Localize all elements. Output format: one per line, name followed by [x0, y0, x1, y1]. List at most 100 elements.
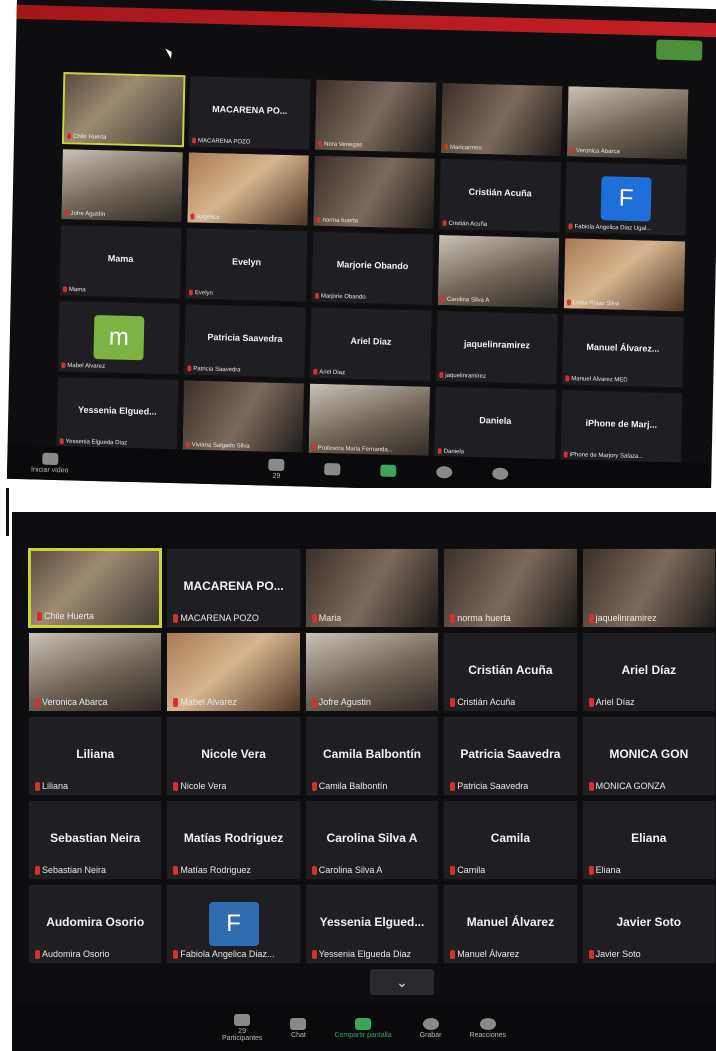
participant-name-tag: Liana Rojas Silva: [566, 299, 619, 308]
share-screen-button[interactable]: [380, 464, 397, 479]
participant-name-tag: Manuel Álvarez MED: [565, 375, 628, 384]
show-more-chevron-button[interactable]: ⌄: [370, 969, 434, 995]
participant-tile[interactable]: Ariel Díaz Ariel Díaz: [581, 632, 716, 712]
participant-tile[interactable]: Veronica Abarca: [565, 85, 690, 161]
participant-tile[interactable]: Yessenia Elgued... Yessenia Elgueda Diaz: [304, 884, 440, 964]
muted-mic-icon: [588, 782, 594, 791]
reactions-icon: [492, 467, 509, 480]
participant-name-label: Liliana: [42, 780, 69, 791]
participant-tile[interactable]: Jofre Agustin: [60, 148, 184, 224]
participant-display-name: Cristián Acuña: [468, 662, 553, 677]
participant-name-label: Audomira Osorio: [42, 948, 110, 959]
participant-tile[interactable]: Liliana Liliana: [28, 716, 163, 796]
participant-name-label: Matías Rodriguez: [180, 864, 251, 875]
participants-label: Participantes: [221, 1035, 263, 1042]
participant-name-label: Javier Soto: [595, 948, 641, 959]
participant-tile[interactable]: Patricia Saavedra Patricia Saavedra: [443, 716, 578, 796]
participant-name-label: Veronica Abarca: [42, 696, 108, 707]
participant-tile[interactable]: Audomira Osorio Audomira Osorio: [28, 884, 163, 964]
participants-button[interactable]: 29: [268, 458, 285, 479]
participant-name-tag: MONICA GONZA: [588, 781, 666, 791]
record-button[interactable]: Grabar: [420, 1017, 441, 1039]
participant-display-name: MACARENA PO...: [212, 103, 288, 116]
participant-tile[interactable]: MACARENA PO... MACARENA POZO: [187, 75, 312, 151]
participant-name-label: Camila: [457, 864, 486, 875]
participant-tile[interactable]: Angelica: [186, 151, 310, 227]
participant-tile[interactable]: Mama Mama: [58, 224, 183, 300]
participant-tile[interactable]: Manuel Álvarez... Manuel Álvarez MED: [561, 313, 685, 389]
chat-button[interactable]: Chat: [290, 1017, 307, 1039]
green-view-button[interactable]: [656, 39, 703, 61]
start-video-label: Iniciar video: [31, 465, 69, 474]
participant-tile[interactable]: Manuel Álvarez Manuel Álvarez: [443, 884, 578, 964]
participant-tile[interactable]: F Fabiola Angelica Diaz...: [166, 884, 301, 964]
muted-mic-icon: [450, 782, 456, 791]
participant-tile[interactable]: Ariel Diaz Ariel Diaz: [309, 306, 433, 382]
participant-tile[interactable]: Javier Soto Javier Soto: [581, 884, 716, 964]
participant-tile[interactable]: Chile Huerta: [28, 548, 163, 628]
start-video-button[interactable]: Iniciar video: [31, 452, 69, 474]
participant-tile[interactable]: Yessenia Elgued... Yessenia Elgueda Diaz: [55, 376, 180, 452]
muted-mic-icon: [439, 372, 444, 379]
participant-name-label: Ariel Díaz: [595, 696, 635, 707]
participant-tile[interactable]: Profesora Maria Fernanda...: [307, 382, 432, 458]
participant-tile[interactable]: Viviana Salgado Silva: [181, 379, 306, 455]
muted-mic-icon: [62, 286, 67, 293]
participant-avatar: m: [93, 314, 145, 361]
participant-tile[interactable]: Cristián Acuña Cristián Acuña: [443, 632, 578, 712]
participant-tile[interactable]: Matías Rodriguez Matías Rodriguez: [166, 800, 301, 880]
participant-name-label: Maria: [318, 612, 342, 623]
participant-tile[interactable]: m Mabel Alvarez: [57, 300, 181, 376]
participant-tile[interactable]: Carolina Silva A: [436, 233, 561, 310]
participant-tile[interactable]: Chile Huerta: [61, 72, 186, 148]
muted-mic-icon: [173, 782, 179, 791]
participants-button[interactable]: 29 Participantes: [222, 1014, 262, 1042]
share-screen-button[interactable]: Compartir pantalla: [334, 1017, 392, 1039]
participant-name-tag: MACARENA POZO: [173, 613, 259, 623]
participant-tile[interactable]: Nora Venegas: [313, 78, 438, 154]
participant-tile[interactable]: Sebastian Neira Sebastian Neira: [28, 800, 163, 880]
participant-tile[interactable]: Mabel Alvarez: [166, 632, 301, 712]
participant-tile[interactable]: Camila Camila: [443, 800, 578, 880]
participant-tile[interactable]: Maria: [304, 548, 440, 628]
participant-name-tag: Carolina Silva A: [440, 296, 489, 304]
participant-tile[interactable]: iPhone de Marj... iPhone de Marjory Salaz…: [559, 389, 684, 465]
participant-display-name: Ariel Diaz: [350, 335, 392, 347]
participant-tile[interactable]: MONICA GON MONICA GONZA: [581, 716, 716, 796]
participant-name-tag: Sebastian Neira: [35, 865, 106, 875]
participant-tile[interactable]: Marjorie Obando Marjorie Obando: [310, 230, 435, 306]
record-button[interactable]: [436, 466, 453, 480]
participant-tile[interactable]: F Fabiola Angelica Diaz Ugal...: [564, 161, 688, 237]
participant-name-tag: jaquelinramirez: [439, 372, 486, 380]
participant-tile[interactable]: Liana Rojas Silva: [562, 237, 687, 313]
participant-tile[interactable]: norma huerta: [443, 548, 578, 628]
reactions-button[interactable]: Reacciones: [469, 1017, 506, 1039]
participant-name-tag: Maria: [311, 612, 342, 623]
participant-name-tag: Nicole Vera: [173, 781, 226, 791]
participant-tile[interactable]: Eliana Eliana: [581, 800, 716, 880]
participant-tile[interactable]: norma huerta: [312, 154, 436, 230]
muted-mic-icon: [588, 698, 594, 707]
participant-tile[interactable]: Veronica Abarca: [28, 632, 163, 712]
participant-display-name: Sebastian Neira: [50, 830, 141, 845]
participant-name-label: Veronica Abarca: [575, 148, 620, 156]
participant-tile[interactable]: Camila Balbontín Camila Balbontín: [304, 716, 440, 796]
participant-tile[interactable]: Cristián Acuña Cristián Acuña: [438, 157, 562, 234]
participant-tile[interactable]: MACARENA PO... MACARENA POZO: [166, 548, 301, 628]
muted-mic-icon: [35, 698, 40, 707]
participant-name-label: Sebastian Neira: [42, 864, 107, 875]
participant-tile[interactable]: Maricarmen: [439, 81, 564, 158]
participant-tile[interactable]: Daniela Daniela: [433, 385, 558, 462]
participant-tile[interactable]: Jofre Agustin: [304, 632, 440, 712]
participant-tile[interactable]: Carolina Silva A Carolina Silva A: [304, 800, 440, 880]
participant-tile[interactable]: Evelyn Evelyn: [184, 227, 309, 303]
video-camera-icon: [41, 452, 59, 465]
participant-display-name: Daniela: [479, 414, 512, 426]
reactions-button[interactable]: [492, 467, 509, 481]
participant-tile[interactable]: Nicole Vera Nicole Vera: [166, 716, 301, 796]
participant-tile[interactable]: Patricia Saavedra Patricia Saavedra: [183, 303, 307, 379]
chat-button[interactable]: [324, 463, 341, 477]
participant-name-label: MACARENA POZO: [197, 138, 251, 146]
participant-tile[interactable]: jaquelinramirez jaquelinramirez: [435, 309, 559, 386]
participant-tile[interactable]: jaquelinramirez: [581, 548, 716, 628]
